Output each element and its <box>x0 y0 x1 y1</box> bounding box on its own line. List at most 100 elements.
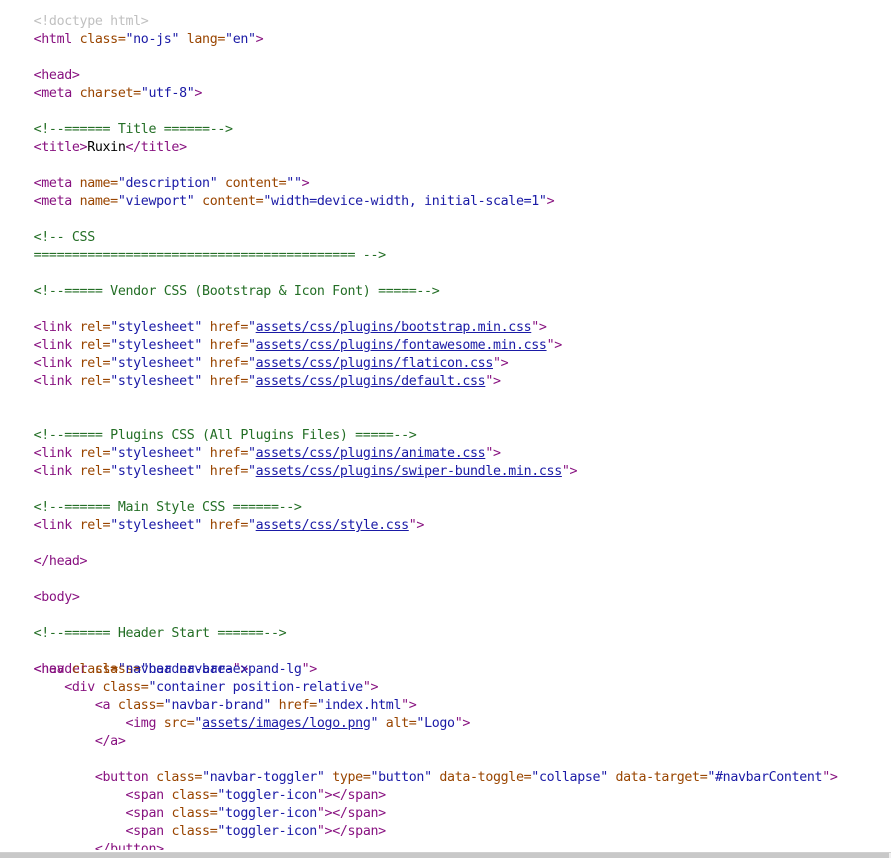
code-line: <span class="toggler-icon"></span> <box>3 787 387 805</box>
code-line: <span class="toggler-icon"></span> <box>3 805 387 823</box>
attr-name: lang= <box>186 32 226 47</box>
attr-value: index.html <box>324 698 402 713</box>
tag-open: <button <box>94 770 157 785</box>
tag-close: "> <box>454 716 471 731</box>
code-line: <!--====== Header Start ======--> <box>3 607 287 641</box>
href-link-swiper[interactable]: assets/css/plugins/swiper-bundle.min.css <box>256 464 563 479</box>
tag-open: <div <box>64 680 103 695</box>
attr-value: navbar navbar-expand-lg <box>125 662 302 677</box>
code-line: <head> <box>3 49 80 83</box>
attr-quote: " <box>217 824 226 839</box>
comment: <!--===== Vendor CSS (Bootstrap & Icon F… <box>33 284 440 299</box>
code-line: <header class="header-area"> <box>3 643 249 677</box>
attr-quote: " <box>217 788 226 803</box>
attr-quote: " <box>316 698 325 713</box>
attr-value: viewport <box>125 194 188 209</box>
tag-open: <nav <box>33 662 72 677</box>
attr-quote: " <box>117 662 126 677</box>
tag-open: <link <box>33 518 80 533</box>
href-link-logo[interactable]: assets/images/logo.png <box>202 716 371 731</box>
attr-quote: " <box>225 32 233 47</box>
attr-name: charset= <box>79 86 142 101</box>
a-close-tag: </a> <box>94 734 126 749</box>
attr-quote: " <box>202 770 210 785</box>
attr-quote: " <box>148 680 157 695</box>
body-open-tag: <body> <box>33 590 80 605</box>
tag-close: </span> <box>332 824 386 839</box>
attr-value: toggler-icon <box>225 824 317 839</box>
code-line: <!doctype html> <box>3 0 149 29</box>
attr-value: "stylesheet" <box>110 518 203 533</box>
code-line: <link rel="stylesheet" href="assets/css/… <box>3 427 501 461</box>
attr-value: no-js <box>133 32 172 47</box>
attr-value: container position-relative <box>156 680 363 695</box>
code-line: ========================================… <box>3 229 387 263</box>
tag-open: <html <box>33 32 80 47</box>
attr-quote: " <box>194 716 203 731</box>
attr-name: class= <box>156 770 203 785</box>
attr-quote: " <box>263 698 271 713</box>
attr-quote: " <box>531 770 539 785</box>
attr-quote: " <box>217 806 226 821</box>
scrollbar-thumb[interactable] <box>0 853 889 858</box>
attr-name: data-target= <box>615 770 708 785</box>
attr-name: href= <box>209 464 249 479</box>
attr-value: utf-8 <box>148 86 187 101</box>
code-line: <!--====== Main Style CSS ======--> <box>3 481 302 515</box>
attr-value: toggler-icon <box>225 806 317 821</box>
attr-name: class= <box>117 698 164 713</box>
code-line: <link rel="stylesheet" href="assets/css/… <box>3 355 501 389</box>
source-code-view: <!doctype html> <html class="no-js" lang… <box>0 0 891 850</box>
code-line: <link rel="stylesheet" href="assets/css/… <box>3 319 563 353</box>
attr-quote: " <box>125 32 134 47</box>
tag-open: <link <box>33 464 80 479</box>
attr-name: alt= <box>385 716 417 731</box>
attr-name: name= <box>79 194 119 209</box>
code-line: <span class="toggler-icon"></span> <box>3 823 387 841</box>
code-line: <body> <box>3 571 80 605</box>
code-line: <img src="assets/images/logo.png" alt="L… <box>3 715 471 733</box>
attr-value: "stylesheet" <box>110 464 203 479</box>
tag-close: "> <box>822 770 838 785</box>
attr-value: width=device-width, initial-scale=1 <box>270 194 539 209</box>
attr-quote: " <box>171 32 180 47</box>
href-link-default[interactable]: assets/css/plugins/default.css <box>256 374 486 389</box>
code-line: <meta name="viewport" content="width=dev… <box>3 175 555 209</box>
attr-name: class= <box>102 680 149 695</box>
code-line: <nav class="navbar navbar-expand-lg"> <box>3 661 318 679</box>
code-line: <meta charset="utf-8"> <box>3 67 203 101</box>
tag-close: "> <box>546 338 563 353</box>
attr-quote: " <box>600 770 608 785</box>
attr-quote: " <box>117 194 126 209</box>
attr-quote: " <box>248 518 256 533</box>
tag-open: <span <box>125 824 172 839</box>
code-line: <!--===== Plugins CSS (All Plugins Files… <box>3 409 417 443</box>
attr-name: class= <box>171 824 218 839</box>
attr-value: Logo <box>424 716 455 731</box>
horizontal-scrollbar[interactable] <box>0 852 891 858</box>
code-line: <!--===== Vendor CSS (Bootstrap & Icon F… <box>3 265 440 299</box>
tag-gt: > <box>194 86 203 101</box>
attr-name: class= <box>171 788 218 803</box>
code-line: </head> <box>3 535 88 569</box>
tag-close: "> <box>362 680 379 695</box>
tag-close: "> <box>301 662 318 677</box>
tag-open: <span <box>125 806 172 821</box>
tag-close: </span> <box>332 806 386 821</box>
code-line: </button> <box>3 841 164 850</box>
comment: <!--====== Header Start ======--> <box>33 626 287 641</box>
code-line: </a> <box>3 733 126 751</box>
tag-close: "> <box>561 464 578 479</box>
attr-name: content= <box>202 194 264 209</box>
href-link-style[interactable]: assets/css/style.css <box>256 518 409 533</box>
attr-value: "stylesheet" <box>110 374 203 389</box>
tag-gt: > <box>255 32 264 47</box>
code-line: <link rel="stylesheet" href="assets/css/… <box>3 445 578 479</box>
code-line: <a class="navbar-brand" href="index.html… <box>3 697 417 715</box>
attr-quote: " <box>186 194 195 209</box>
attr-name: rel= <box>79 464 111 479</box>
attr-name: class= <box>171 806 218 821</box>
button-close-tag: </button> <box>94 842 164 850</box>
attr-quote: " <box>248 32 256 47</box>
tag-close: </span> <box>332 788 386 803</box>
